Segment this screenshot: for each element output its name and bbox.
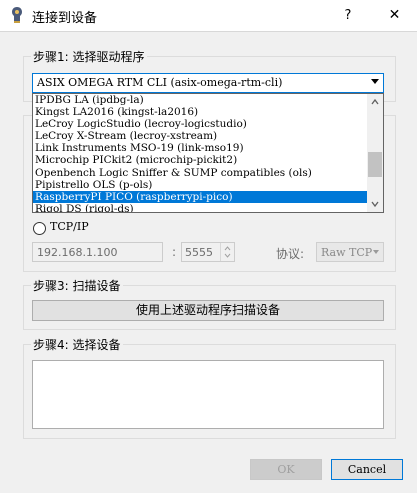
step3-title: 步骤3: 扫描设备 [31, 277, 123, 294]
driver-option[interactable]: Pipistrello OLS (p-ols) [33, 179, 368, 191]
step1-title: 步骤1: 选择驱动程序 [31, 48, 147, 65]
chevron-down-icon[interactable] [371, 79, 379, 84]
driver-option[interactable]: Kingst LA2016 (kingst-la2016) [33, 106, 368, 118]
cancel-button[interactable]: Cancel [331, 459, 403, 480]
scroll-thumb[interactable] [368, 152, 382, 177]
driver-option[interactable]: Rigol DS (rigol-ds) [33, 203, 368, 212]
driver-option[interactable]: LeCroy LogicStudio (lecroy-logicstudio) [33, 118, 368, 130]
protocol-value: Raw TCP [321, 246, 373, 259]
driver-option[interactable]: Link Instruments MSO-19 (link-mso19) [33, 142, 368, 154]
driver-option[interactable]: Microchip PICkit2 (microchip-pickit2) [33, 154, 368, 166]
scroll-up-icon[interactable] [367, 94, 383, 110]
port-separator: : [172, 245, 177, 259]
driver-option[interactable]: LeCroy X-Stream (lecroy-xstream) [33, 130, 368, 142]
protocol-select[interactable]: Raw TCP [316, 242, 384, 262]
tcp-label: TCP/IP [50, 220, 89, 233]
driver-option[interactable]: RaspberryPI PICO (raspberrypi-pico) [33, 190, 368, 203]
close-button[interactable]: ✕ [372, 0, 417, 31]
port-value: 5555 [185, 246, 213, 259]
ip-address-input[interactable]: 192.168.1.100 [32, 242, 163, 262]
scroll-down-icon[interactable] [367, 196, 383, 212]
port-input[interactable]: 5555 [181, 242, 235, 262]
title-bar: 连接到设备 ? ✕ [0, 0, 417, 32]
help-button[interactable]: ? [328, 0, 368, 31]
ok-button[interactable]: OK [250, 459, 322, 480]
port-spin-icon[interactable] [220, 243, 234, 261]
window-title: 连接到设备 [32, 11, 98, 26]
protocol-label: 协议: [276, 247, 305, 261]
ip-address-value: 192.168.1.100 [37, 246, 118, 259]
tcp-radio[interactable] [33, 222, 46, 235]
device-list[interactable] [32, 360, 384, 429]
driver-option[interactable]: Openbench Logic Sniffer & SUMP compatibl… [33, 167, 368, 179]
driver-dropdown-list[interactable]: IPDBG LA (ipdbg-la) Kingst LA2016 (kingst… [32, 93, 384, 213]
driver-select[interactable]: ASIX OMEGA RTM CLI (asix-omega-rtm-cli) [32, 73, 384, 93]
dropdown-scrollbar[interactable] [367, 94, 383, 212]
chevron-down-icon [373, 250, 379, 254]
scan-devices-button[interactable]: 使用上述驱动程序扫描设备 [32, 300, 384, 321]
app-icon [12, 7, 22, 23]
driver-options: IPDBG LA (ipdbg-la) Kingst LA2016 (kingst… [33, 94, 368, 212]
driver-option[interactable]: IPDBG LA (ipdbg-la) [33, 94, 368, 106]
driver-select-value: ASIX OMEGA RTM CLI (asix-omega-rtm-cli) [37, 76, 283, 89]
step4-title: 步骤4: 选择设备 [31, 336, 123, 353]
